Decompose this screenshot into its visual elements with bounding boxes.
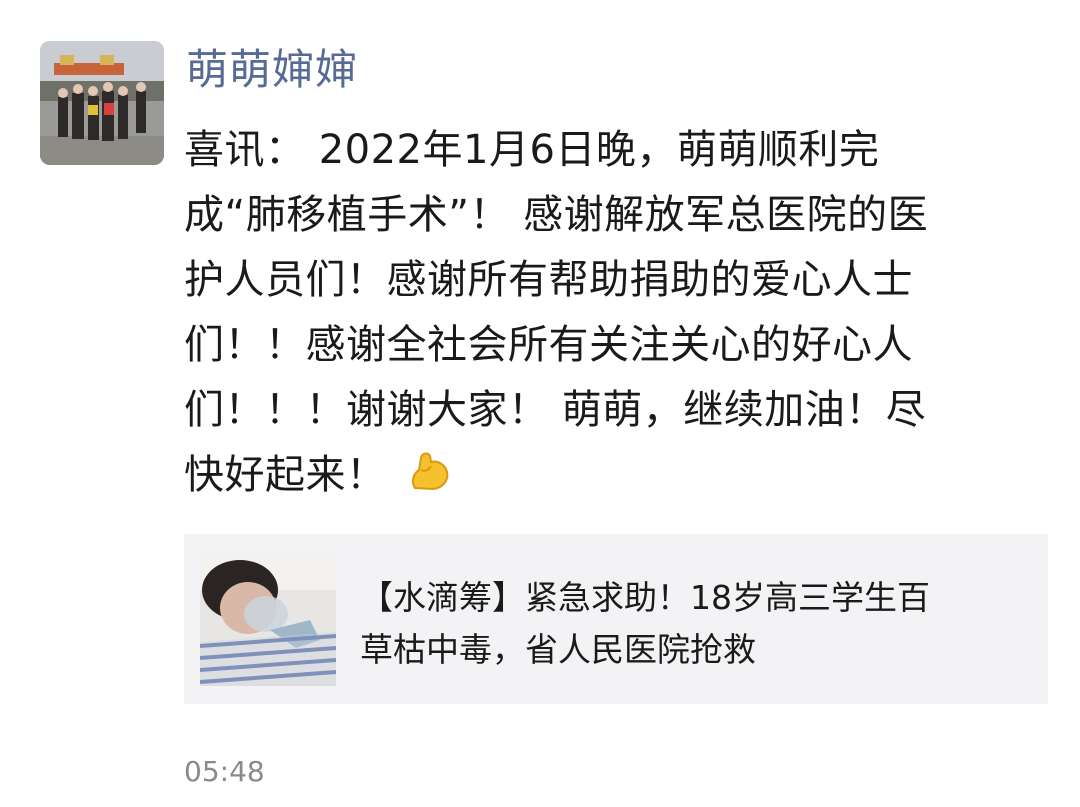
avatar-photo — [40, 41, 164, 165]
shared-link-card[interactable]: 【水滴筹】紧急求助！18岁高三学生百 草枯中毒，省人民医院抢救 — [184, 534, 1048, 704]
author-name[interactable]: 萌萌婶婶 — [186, 42, 358, 98]
share-title-line: 【水滴筹】紧急求助！18岁高三学生百 — [360, 578, 930, 617]
avatar[interactable] — [40, 41, 164, 165]
post-timestamp: 05:48 — [184, 755, 265, 788]
post-text-line: 喜讯： 2022年1月6日晚，萌萌顺利完 — [184, 127, 880, 173]
post-text-last-line: 快好起来！ — [184, 443, 1034, 508]
post-text-line: 成“肺移植手术”！ 感谢解放军总医院的医 — [184, 192, 929, 238]
share-title-line: 草枯中毒，省人民医院抢救 — [360, 630, 756, 669]
post-text-line: 们！！！谢谢大家！ 萌萌，继续加油！尽 — [184, 387, 927, 433]
share-thumbnail — [200, 550, 336, 686]
post-text-line: 快好起来！ — [184, 452, 387, 498]
post-text-line: 护人员们！感谢所有帮助捐助的爱心人士 — [184, 257, 913, 303]
moments-post: 萌萌婶婶 喜讯： 2022年1月6日晚，萌萌顺利完 成“肺移植手术”！ 感谢解放… — [0, 0, 1080, 807]
post-text: 喜讯： 2022年1月6日晚，萌萌顺利完 成“肺移植手术”！ 感谢解放军总医院的… — [184, 118, 1034, 508]
flexed-biceps-icon — [407, 448, 453, 494]
post-text-line: 们！！感谢全社会所有关注关心的好心人 — [184, 322, 913, 368]
share-title: 【水滴筹】紧急求助！18岁高三学生百 草枯中毒，省人民医院抢救 — [360, 572, 1030, 676]
